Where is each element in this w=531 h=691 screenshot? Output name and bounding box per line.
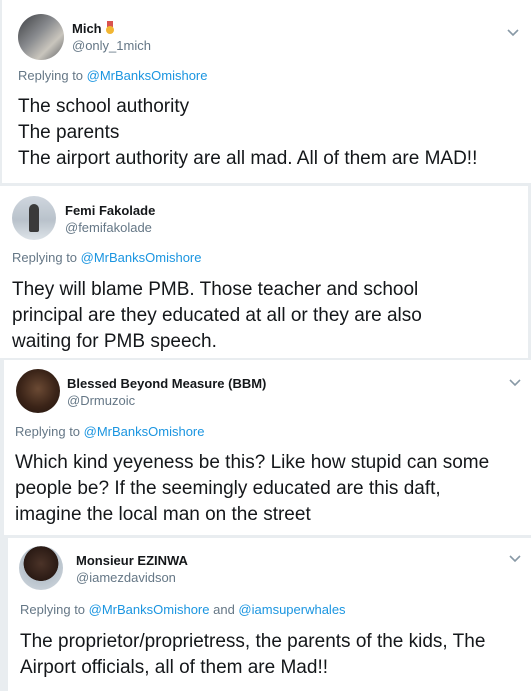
user-handle[interactable]: @Drmuzoic [67, 393, 135, 408]
avatar[interactable] [18, 14, 64, 60]
display-name[interactable]: Blessed Beyond Measure (BBM) [67, 376, 266, 391]
medal-icon [105, 21, 114, 34]
chevron-down-icon[interactable] [507, 374, 523, 390]
mention-link[interactable]: @iamsuperwhales [238, 602, 345, 617]
avatar[interactable] [12, 196, 56, 240]
display-name[interactable]: Monsieur EZINWA [76, 553, 188, 568]
tweet-line: The proprietor/proprietress, the parents… [20, 631, 486, 652]
display-name[interactable]: Mich [72, 21, 114, 36]
tweet-line: Airport officials, all of them are Mad!! [20, 657, 328, 678]
replying-to: Replying to @MrBanksOmishore [12, 250, 202, 265]
tweet-line: people be? If the seemingly educated are… [15, 478, 441, 499]
tweet-line: waiting for PMB speech. [12, 331, 217, 352]
user-handle[interactable]: @iamezdavidson [76, 570, 176, 585]
chevron-down-icon[interactable] [507, 550, 523, 566]
user-handle[interactable]: @femifakolade [65, 220, 152, 235]
tweet-text: The proprietor/proprietress, the parents… [20, 629, 485, 681]
tweet-card[interactable]: Monsieur EZINWA @iamezdavidson Replying … [8, 538, 531, 691]
tweet-card[interactable]: Femi Fakolade @femifakolade Replying to … [0, 186, 528, 358]
tweet-line: principal are they educated at all or th… [12, 305, 422, 326]
tweet-text: Which kind yeyeness be this? Like how st… [15, 450, 489, 528]
avatar[interactable] [16, 369, 60, 413]
mention-link[interactable]: @MrBanksOmishore [87, 68, 208, 83]
mention-link[interactable]: @MrBanksOmishore [81, 250, 202, 265]
replying-to: Replying to @MrBanksOmishore [18, 68, 208, 83]
display-name[interactable]: Femi Fakolade [65, 203, 155, 218]
tweet-line: The airport authority are all mad. All o… [18, 148, 478, 169]
user-handle[interactable]: @only_1mich [72, 38, 151, 53]
tweet-line: The school authority [18, 96, 190, 117]
tweet-text: They will blame PMB. Those teacher and s… [12, 277, 422, 355]
avatar[interactable] [19, 546, 63, 590]
chevron-down-icon[interactable] [505, 24, 521, 40]
tweet-line: Which kind yeyeness be this? Like how st… [15, 452, 490, 473]
replying-to: Replying to @MrBanksOmishore [15, 424, 205, 439]
mention-joiner: and [209, 602, 239, 617]
replying-to-label: Replying to [12, 250, 81, 265]
mention-link[interactable]: @MrBanksOmishore [89, 602, 210, 617]
mention-link[interactable]: @MrBanksOmishore [84, 424, 205, 439]
replying-to-label: Replying to [20, 602, 89, 617]
tweet-line: The parents [18, 122, 120, 143]
tweet-line: They will blame PMB. Those teacher and s… [12, 279, 419, 300]
replying-to-label: Replying to [18, 68, 87, 83]
tweet-text: The school authority The parents The air… [18, 94, 477, 172]
replying-to: Replying to @MrBanksOmishore and @iamsup… [20, 602, 346, 617]
tweet-card[interactable]: Blessed Beyond Measure (BBM) @Drmuzoic R… [4, 360, 531, 535]
tweet-card[interactable]: Mich @only_1mich Replying to @MrBanksOmi… [2, 0, 531, 183]
tweet-line: imagine the local man on the street [15, 504, 311, 525]
replying-to-label: Replying to [15, 424, 84, 439]
